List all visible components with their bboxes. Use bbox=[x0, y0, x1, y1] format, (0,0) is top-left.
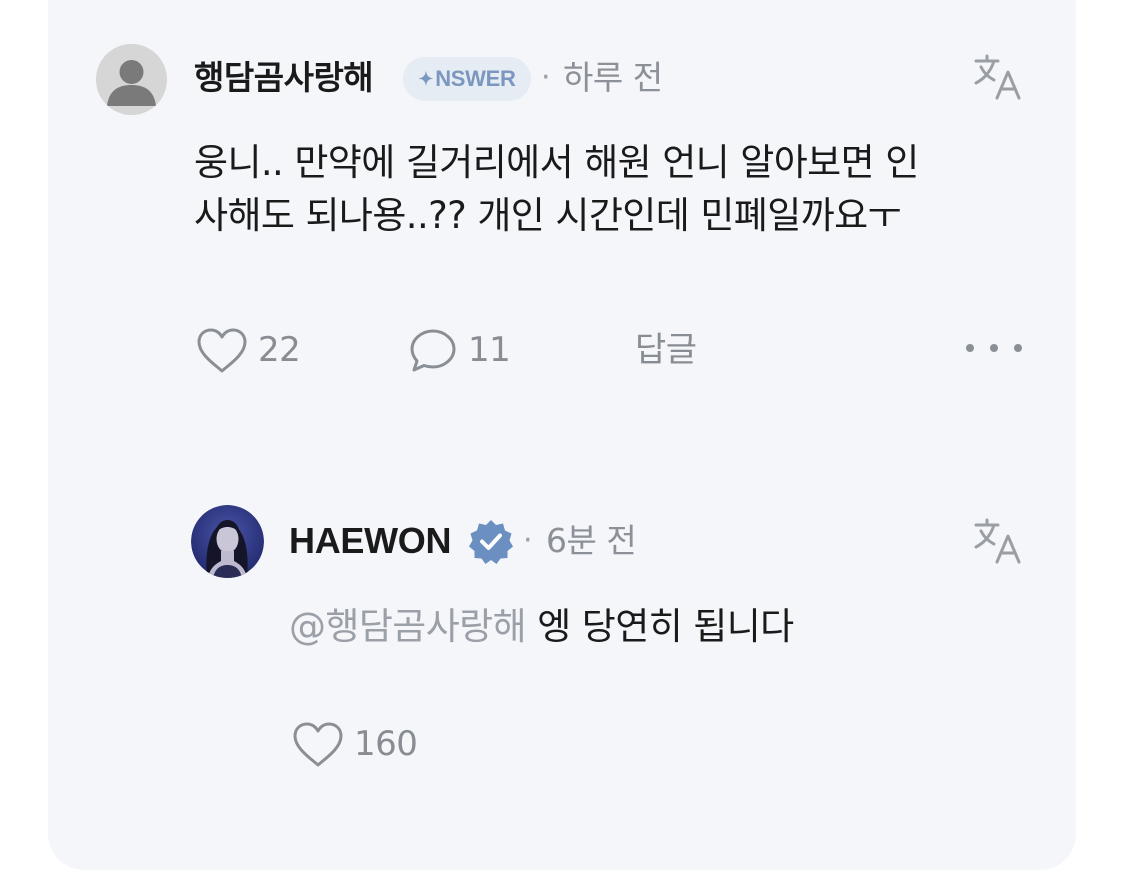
profile-photo-icon bbox=[191, 505, 264, 578]
badge-label: NSWER bbox=[435, 66, 516, 91]
reply-button[interactable]: 답글 bbox=[635, 328, 697, 372]
nswer-badge: ✦ NSWER bbox=[403, 57, 531, 101]
reply-translate-icon[interactable] bbox=[972, 516, 1024, 568]
comment-text-line-2: 사해도 되나용..?? 개인 시간인데 민폐일까요ㅜ bbox=[194, 194, 902, 237]
more-dot bbox=[966, 344, 974, 352]
comment-text-line-1: 웅니.. 만약에 길거리에서 해원 언니 알아보면 인 bbox=[194, 141, 919, 184]
reply-body: 엥 당연히 됩니다 bbox=[526, 605, 794, 648]
reply-like-count: 160 bbox=[354, 724, 418, 764]
reply-avatar[interactable] bbox=[191, 505, 264, 578]
reply-time: 6분 전 bbox=[546, 521, 637, 560]
meta-separator: · bbox=[541, 60, 551, 95]
comment-username[interactable]: 행담곰사랑해 bbox=[194, 56, 374, 100]
like-count: 22 bbox=[258, 330, 301, 370]
more-dot bbox=[990, 344, 998, 352]
reply-meta-separator: · bbox=[523, 523, 533, 558]
reply-username[interactable]: HAEWON bbox=[289, 519, 451, 563]
heart-icon[interactable] bbox=[196, 328, 248, 374]
comment-text: 웅니.. 만약에 길거리에서 해원 언니 알아보면 인 사해도 되나용..?? … bbox=[194, 136, 1024, 242]
user-avatar[interactable] bbox=[96, 44, 167, 115]
mention-link[interactable]: @행담곰사랑해 bbox=[289, 605, 527, 648]
comment-card bbox=[48, 0, 1076, 870]
reply-text: @행담곰사랑해 엥 당연히 됩니다 bbox=[289, 600, 794, 653]
more-options-icon[interactable] bbox=[966, 337, 1022, 359]
comment-count: 11 bbox=[468, 330, 511, 370]
sparkle-icon: ✦ bbox=[418, 68, 434, 89]
translate-icon[interactable] bbox=[972, 52, 1024, 104]
comment-bubble-icon[interactable] bbox=[409, 328, 457, 374]
default-avatar-icon bbox=[96, 44, 167, 115]
verified-badge-icon bbox=[468, 518, 514, 564]
comment-time: 하루 전 bbox=[563, 58, 663, 97]
more-dot bbox=[1014, 344, 1022, 352]
reply-heart-icon[interactable] bbox=[292, 722, 344, 768]
